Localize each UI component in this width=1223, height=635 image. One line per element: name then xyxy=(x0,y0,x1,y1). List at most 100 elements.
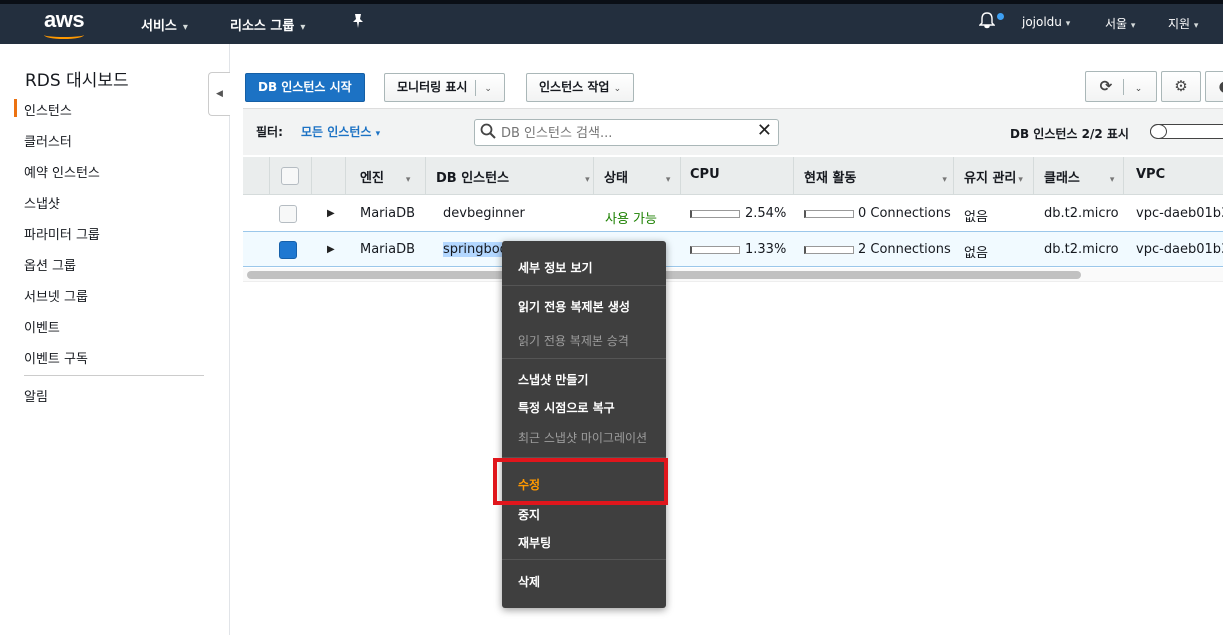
notification-badge xyxy=(997,13,1004,20)
view-toggle[interactable] xyxy=(1150,124,1223,139)
sidebar-item-event-subscriptions[interactable]: 이벤트 구독 xyxy=(24,348,88,367)
sidebar-item-notifications[interactable]: 알림 xyxy=(24,386,48,405)
menu-item-view-details[interactable]: 세부 정보 보기 xyxy=(518,259,593,276)
button-separator xyxy=(1123,78,1125,95)
menu-item-delete[interactable]: 삭제 xyxy=(518,573,540,590)
column-header-engine[interactable]: 엔진 ▾ xyxy=(360,167,410,186)
maintenance-cell: 없음 xyxy=(964,246,988,261)
menu-item-create-read-replica[interactable]: 읽기 전용 복제본 생성 xyxy=(518,298,630,315)
column-header-current-activity[interactable]: 현재 활동 ▾ xyxy=(804,167,947,186)
aws-logo[interactable]: aws xyxy=(44,7,85,39)
menu-item-restore-to-point-in-time[interactable]: 특정 시점으로 복구 xyxy=(518,399,615,416)
class-cell: db.t2.micro xyxy=(1044,206,1119,221)
instance-name-cell[interactable]: springboot xyxy=(443,242,502,257)
vpc-cell[interactable]: vpc-daeb01b3 xyxy=(1136,242,1223,257)
sidebar-item-instances[interactable]: 인스턴스 xyxy=(24,100,72,119)
menu-item-reboot[interactable]: 재부팅 xyxy=(518,534,551,551)
activity-bar xyxy=(804,246,854,254)
column-header-vpc[interactable]: VPC xyxy=(1136,167,1165,182)
help-button[interactable]: ● xyxy=(1205,71,1223,102)
table-row[interactable]: ▶ MariaDB springboot 1.33% 2 Connections… xyxy=(243,231,1223,267)
column-header-class[interactable]: 클래스 ▾ xyxy=(1044,167,1114,186)
menu-item-promote-read-replica: 읽기 전용 복제본 승격 xyxy=(518,334,629,348)
pin-icon[interactable] xyxy=(351,13,365,33)
column-header-status[interactable]: 상태 ▾ xyxy=(604,167,670,186)
expand-row-icon[interactable]: ▶ xyxy=(327,208,335,219)
chevron-down-icon: ▾ xyxy=(1193,21,1199,31)
sidebar-item-clusters[interactable]: 클러스터 xyxy=(24,131,72,150)
engine-cell: MariaDB xyxy=(360,206,416,221)
collapse-sidebar-button[interactable]: ◀ xyxy=(208,72,230,116)
sidebar-title[interactable]: RDS 대시보드 xyxy=(25,66,129,91)
activity-bar xyxy=(804,210,854,218)
vpc-cell[interactable]: vpc-daeb01b3 xyxy=(1136,206,1223,221)
column-separator xyxy=(680,157,681,195)
sidebar-item-option-groups[interactable]: 옵션 그룹 xyxy=(24,255,76,274)
show-monitoring-button[interactable]: 모니터링 표시 ⌄ xyxy=(384,73,505,102)
sidebar-divider xyxy=(24,375,204,376)
row-checkbox[interactable] xyxy=(279,205,297,223)
menu-item-stop[interactable]: 중지 xyxy=(518,506,540,523)
settings-button[interactable]: ⚙ xyxy=(1161,71,1201,102)
column-header-db-instance[interactable]: DB 인스턴스 ▾ xyxy=(436,167,590,186)
aws-smile-icon xyxy=(44,31,84,39)
chevron-down-icon: ▾ xyxy=(300,22,306,33)
region-menu[interactable]: 서울 ▾ xyxy=(1105,15,1135,32)
column-separator xyxy=(1033,157,1034,195)
sidebar-item-subnet-groups[interactable]: 서브넷 그룹 xyxy=(24,286,88,305)
column-separator xyxy=(311,157,312,195)
notification-bell-icon[interactable] xyxy=(979,12,995,30)
expand-row-icon[interactable]: ▶ xyxy=(327,244,335,255)
sidebar-item-events[interactable]: 이벤트 xyxy=(24,317,60,336)
user-menu[interactable]: jojoldu ▾ xyxy=(1022,15,1070,29)
column-separator xyxy=(953,157,954,195)
select-all-checkbox[interactable] xyxy=(281,167,299,185)
sidebar: RDS 대시보드 인스턴스 클러스터 예약 인스턴스 스냅샷 파라미터 그룹 옵… xyxy=(0,44,230,635)
sidebar-item-snapshots[interactable]: 스냅샷 xyxy=(24,193,60,212)
services-menu[interactable]: 서비스 ▾ xyxy=(141,15,188,34)
menu-item-take-snapshot[interactable]: 스냅샷 만들기 xyxy=(518,371,588,388)
search-icon xyxy=(480,123,496,139)
instance-count-label: DB 인스턴스 2/2 표시 xyxy=(1010,127,1129,141)
modify-highlight-annotation xyxy=(493,458,668,505)
menu-item-migrate-latest-snapshot: 최근 스냅샷 마이그레이션 xyxy=(518,431,648,445)
launch-db-instance-button[interactable]: DB 인스턴스 시작 xyxy=(245,73,365,102)
maintenance-cell: 없음 xyxy=(964,210,988,225)
sidebar-item-parameter-groups[interactable]: 파라미터 그룹 xyxy=(24,224,100,243)
instance-name-cell[interactable]: devbeginner xyxy=(443,206,525,221)
column-separator xyxy=(425,157,426,195)
sort-icon: ▾ xyxy=(1109,175,1115,185)
column-separator xyxy=(269,157,270,195)
row-checkbox[interactable] xyxy=(279,241,297,259)
chevron-down-icon: ▾ xyxy=(1065,19,1071,29)
table-row[interactable]: ▶ MariaDB devbeginner 사용 가능 2.54% 0 Conn… xyxy=(243,196,1223,232)
chevron-down-icon: ▾ xyxy=(1130,21,1136,31)
top-border xyxy=(0,0,1223,4)
column-header-maintenance[interactable]: 유지 관리 ▾ xyxy=(964,167,1023,186)
chevron-down-icon: ⌄ xyxy=(613,84,622,94)
help-icon: ● xyxy=(1218,77,1223,95)
filter-label: 필터: xyxy=(256,125,283,139)
toggle-knob xyxy=(1150,124,1167,139)
sort-icon: ▾ xyxy=(1018,175,1023,185)
activity-cell: 0 Connections xyxy=(858,206,951,221)
chevron-down-icon: ▾ xyxy=(182,22,188,33)
engine-cell: MariaDB xyxy=(360,242,416,257)
column-header-cpu[interactable]: CPU xyxy=(690,167,720,182)
table-header: 엔진 ▾ DB 인스턴스 ▾ 상태 ▾ CPU 현재 활동 ▾ 유지 관리 ▾ 클래스 ▾ … xyxy=(243,157,1223,195)
button-separator xyxy=(475,79,477,96)
resource-groups-menu[interactable]: 리소스 그룹 ▾ xyxy=(230,15,305,34)
sidebar-item-reserved-instances[interactable]: 예약 인스턴스 xyxy=(24,162,100,181)
refresh-button[interactable]: ⟳ ⌄ xyxy=(1085,71,1157,102)
cpu-bar xyxy=(690,210,740,218)
instance-actions-button[interactable]: 인스턴스 작업 ⌄ xyxy=(526,73,635,102)
clear-search-icon[interactable]: ✕ xyxy=(757,120,772,141)
menu-separator xyxy=(502,559,666,560)
chevron-down-icon: ▾ xyxy=(375,129,381,139)
support-menu[interactable]: 지원 ▾ xyxy=(1168,15,1198,32)
class-cell: db.t2.micro xyxy=(1044,242,1119,257)
top-navigation-bar: aws 서비스 ▾ 리소스 그룹 ▾ jojoldu ▾ 서울 ▾ 지원 ▾ xyxy=(0,0,1223,44)
column-separator xyxy=(593,157,594,195)
search-input[interactable] xyxy=(501,123,741,143)
filter-dropdown[interactable]: 모든 인스턴스 ▾ xyxy=(301,123,380,140)
